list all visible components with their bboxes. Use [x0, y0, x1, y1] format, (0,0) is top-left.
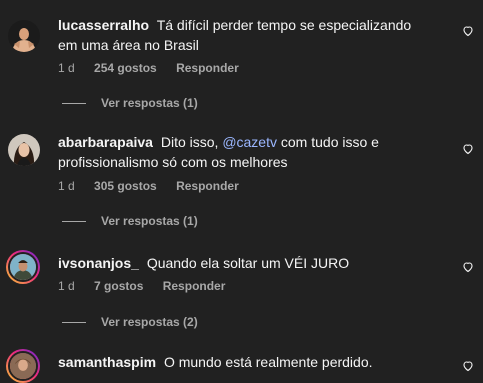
replies-divider — [62, 103, 86, 105]
view-replies-button[interactable]: Ver respostas (1) — [62, 96, 198, 110]
comment-time: 1 d — [58, 61, 75, 75]
avatar-with-story-ring[interactable] — [6, 250, 40, 284]
comment-username[interactable]: ivsonanjos_ — [58, 255, 139, 271]
comment-username[interactable]: samanthaspim — [58, 354, 156, 370]
comment-meta: 1 d 305 gostos Responder — [58, 179, 255, 193]
replies-divider — [62, 221, 86, 223]
avatar-with-story-ring[interactable] — [6, 349, 40, 383]
comment-meta: 1 d 254 gostos Responder — [58, 61, 255, 75]
mention-link[interactable]: @cazetv — [222, 134, 277, 150]
view-replies-label: Ver respostas (2) — [101, 315, 198, 329]
comment-text: O mundo está realmente perdido. — [163, 354, 373, 370]
view-replies-button[interactable]: Ver respostas (1) — [62, 214, 198, 228]
reply-button[interactable]: Responder — [176, 61, 239, 75]
comment-text: Quando ela soltar um VÉI JURO — [146, 255, 350, 271]
heart-outline-icon[interactable] — [462, 25, 474, 37]
view-replies-button[interactable]: Ver respostas (2) — [62, 315, 198, 329]
comment-text-part: Dito isso, — [160, 134, 223, 150]
replies-divider — [62, 322, 86, 324]
avatar[interactable] — [8, 20, 40, 52]
view-replies-label: Ver respostas (1) — [101, 214, 198, 228]
comment-username[interactable]: lucasserralho — [58, 17, 149, 33]
heart-outline-icon[interactable] — [462, 143, 474, 155]
avatar[interactable] — [8, 134, 40, 166]
likes-count[interactable]: 254 gostos — [94, 61, 157, 75]
comment-meta: 1 d 7 gostos Responder — [58, 279, 241, 293]
comment-time: 1 d — [58, 279, 75, 293]
view-replies-label: Ver respostas (1) — [101, 96, 198, 110]
likes-count[interactable]: 7 gostos — [94, 279, 143, 293]
comment-username[interactable]: abarbarapaiva — [58, 134, 153, 150]
heart-outline-icon[interactable] — [462, 261, 474, 273]
heart-outline-icon[interactable] — [462, 360, 474, 372]
comments-panel: lucasserralho Tá difícil perder tempo se… — [0, 0, 483, 383]
reply-button[interactable]: Responder — [176, 179, 239, 193]
reply-button[interactable]: Responder — [163, 279, 226, 293]
comment-time: 1 d — [58, 179, 75, 193]
likes-count[interactable]: 305 gostos — [94, 179, 157, 193]
